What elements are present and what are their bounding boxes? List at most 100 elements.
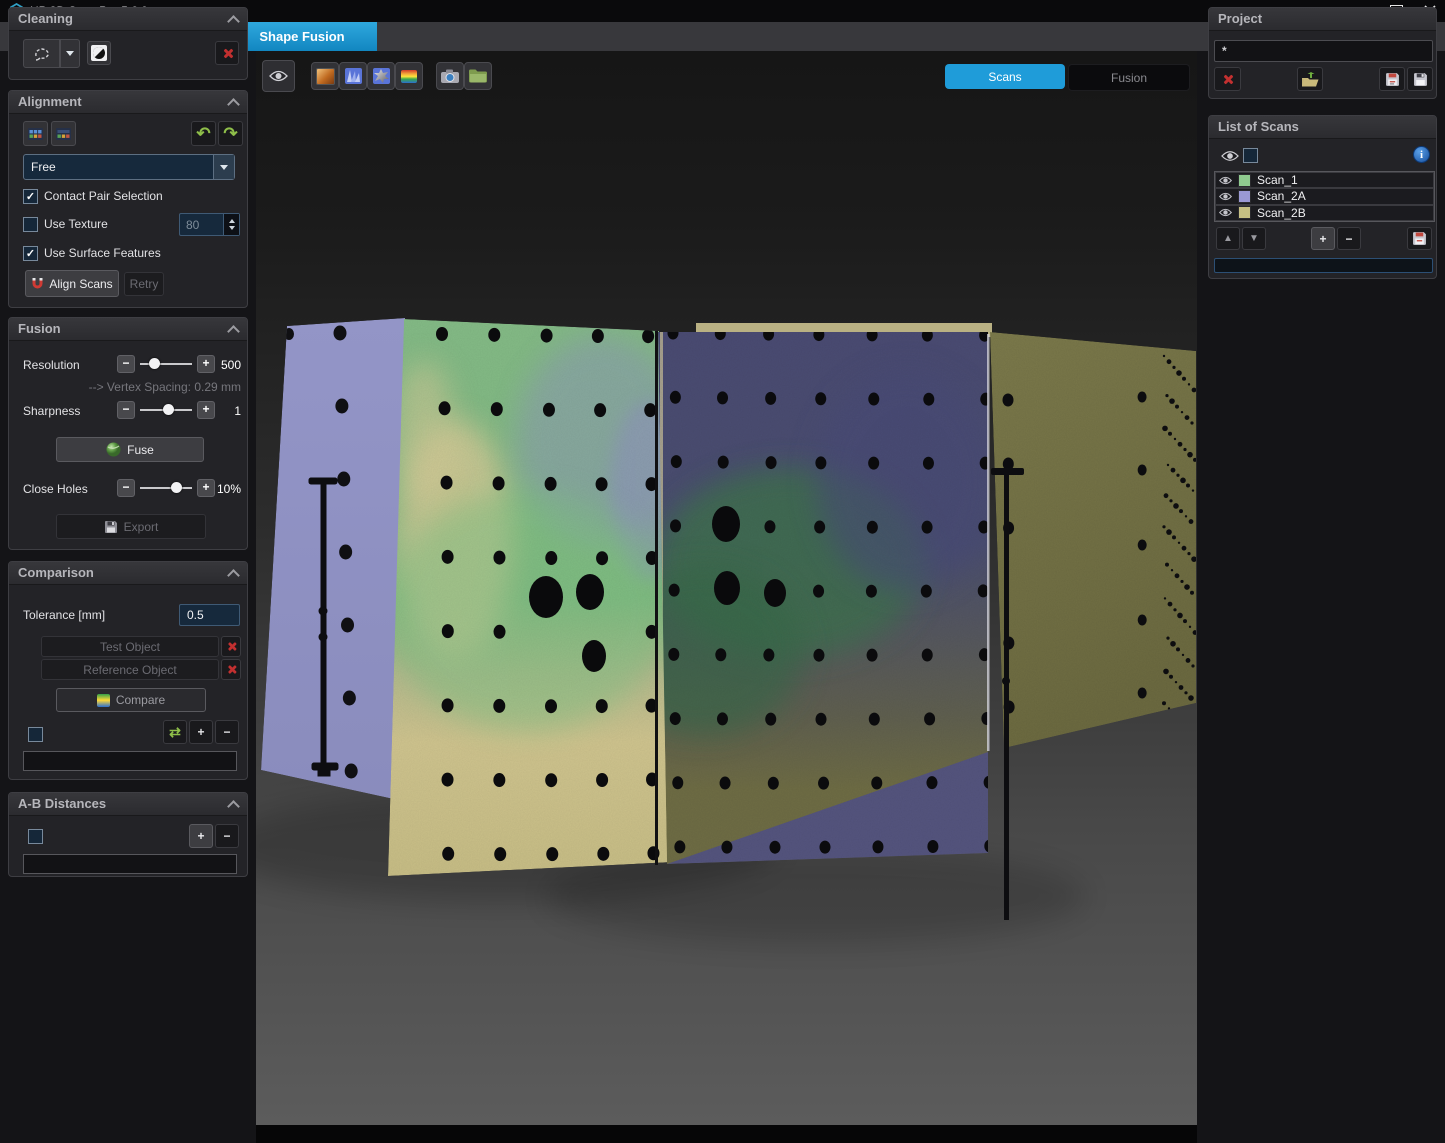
move-scan-down-button[interactable]: ▼ [1242, 227, 1266, 250]
slider-handle[interactable] [149, 358, 160, 369]
scan-list[interactable]: Scan_1 Scan_2A Scan_2B [1214, 171, 1435, 222]
fusion-header[interactable]: Fusion [9, 318, 247, 341]
slider-handle[interactable] [171, 482, 182, 493]
resolution-slider[interactable]: − + [117, 355, 215, 373]
add-distance-button[interactable]: + [189, 824, 213, 848]
use-texture-checkbox[interactable] [23, 217, 38, 232]
global-eye-icon[interactable] [1221, 150, 1239, 162]
retry-button[interactable]: Retry [124, 272, 164, 296]
scan-list-row[interactable]: Scan_2A [1215, 188, 1434, 204]
fusion-title: Fusion [18, 321, 61, 336]
swap-objects-button[interactable]: ⇄ [163, 720, 187, 744]
collapse-icon [227, 98, 240, 111]
delete-selection-button[interactable] [215, 41, 239, 65]
move-scan-up-button[interactable]: ▲ [1216, 227, 1240, 250]
spinner-arrows[interactable] [223, 214, 239, 235]
save-project-button[interactable] [1407, 67, 1433, 91]
undo-icon: ↶ [196, 125, 210, 142]
render-solid-button[interactable] [367, 62, 395, 90]
row-view-icon [56, 128, 71, 140]
plus-icon: + [197, 829, 204, 843]
scan-list-row[interactable]: Scan_2B [1215, 205, 1434, 221]
ab-visibility-checkbox[interactable] [28, 829, 43, 844]
lasso-dropdown-button[interactable] [60, 39, 80, 68]
scan-eye-icon[interactable] [1219, 192, 1232, 201]
tolerance-input[interactable]: 0.5 [179, 604, 240, 626]
magnet-icon [31, 277, 44, 290]
render-deviation-button[interactable] [395, 62, 423, 90]
ab-distances-list[interactable] [23, 854, 237, 874]
scan-name: Scan_2B [1257, 206, 1306, 220]
remove-distance-button[interactable]: − [215, 824, 239, 848]
use-surface-checkbox[interactable]: ✓ [23, 246, 38, 261]
slider-minus-button[interactable]: − [117, 401, 135, 419]
minus-icon: − [223, 725, 230, 739]
vertex-spacing-note: --> Vertex Spacing: 0.29 mm [9, 380, 241, 394]
alignment-header[interactable]: Alignment [9, 91, 247, 114]
screenshot-button[interactable] [436, 62, 464, 90]
delete-icon [1222, 74, 1233, 85]
slider-minus-button[interactable]: − [117, 479, 135, 497]
compare-label: Compare [116, 693, 165, 707]
project-name-input[interactable]: * [1214, 40, 1433, 62]
swap-icon: ⇄ [169, 724, 181, 741]
align-view-grid-button[interactable] [23, 121, 48, 146]
redo-button[interactable]: ↷ [218, 121, 243, 146]
folder-icon [469, 69, 487, 83]
test-object-button[interactable]: Test Object [41, 636, 219, 657]
scan-eye-icon[interactable] [1219, 208, 1232, 217]
remove-comparison-button[interactable]: − [215, 720, 239, 744]
collapse-icon [227, 800, 240, 813]
clear-reference-object-button[interactable] [221, 659, 241, 680]
add-comparison-button[interactable]: + [189, 720, 213, 744]
comparison-visibility-checkbox[interactable] [28, 727, 43, 742]
tab-shape-fusion[interactable]: Shape Fusion [227, 22, 377, 51]
align-scans-label: Align Scans [49, 277, 112, 291]
lasso-select-button[interactable] [23, 39, 60, 68]
texture-quality-spinner[interactable]: 80 [179, 213, 240, 236]
render-texture-button[interactable] [311, 62, 339, 90]
select-all-scans-checkbox[interactable] [1243, 148, 1258, 163]
comparison-header[interactable]: Comparison [9, 562, 247, 585]
scan-eye-icon[interactable] [1219, 176, 1232, 185]
export-button[interactable]: Export [56, 514, 206, 539]
show-scans-toggle[interactable]: Scans [945, 64, 1065, 89]
camera-icon [441, 69, 459, 83]
use-surface-label: Use Surface Features [44, 246, 161, 260]
sharpness-slider[interactable]: − + [117, 401, 215, 419]
alignment-mode-dropdown[interactable]: Free [23, 154, 235, 180]
scan-name: Scan_1 [1257, 173, 1298, 187]
load-project-button[interactable] [1297, 67, 1323, 91]
slider-minus-button[interactable]: − [117, 355, 135, 373]
toggle-visibility-button[interactable] [262, 60, 295, 92]
open-mesh-button[interactable] [464, 62, 492, 90]
slider-handle[interactable] [163, 404, 174, 415]
scan-list-row[interactable]: Scan_1 [1215, 172, 1434, 188]
cleaning-header[interactable]: Cleaning [9, 8, 247, 31]
3d-scene[interactable] [256, 51, 1197, 1125]
close-holes-slider[interactable]: − + [117, 479, 215, 497]
fuse-button[interactable]: Fuse [56, 437, 204, 462]
solid-mode-icon [373, 68, 390, 84]
3d-viewport[interactable]: Scans Fusion [256, 51, 1197, 1125]
compare-button[interactable]: Compare [56, 688, 206, 712]
delete-icon [226, 665, 236, 675]
undo-button[interactable]: ↶ [191, 121, 216, 146]
add-scan-button[interactable]: + [1311, 227, 1335, 250]
delete-project-button[interactable] [1214, 67, 1241, 91]
align-scans-button[interactable]: Align Scans [25, 270, 119, 297]
render-shaded-button[interactable] [339, 62, 367, 90]
sharpness-value: 1 [205, 404, 241, 418]
save-project-as-button[interactable] [1379, 67, 1405, 91]
clear-test-object-button[interactable] [221, 636, 241, 657]
comparison-list[interactable] [23, 751, 237, 771]
reference-object-button[interactable]: Reference Object [41, 659, 219, 680]
invert-selection-button[interactable] [87, 41, 111, 65]
contact-pair-checkbox[interactable]: ✓ [23, 189, 38, 204]
align-view-row-button[interactable] [51, 121, 76, 146]
show-fusion-toggle[interactable]: Fusion [1068, 64, 1190, 91]
info-button[interactable]: i [1413, 146, 1430, 163]
ab-distances-header[interactable]: A-B Distances [9, 793, 247, 816]
remove-scan-button[interactable]: − [1337, 227, 1361, 250]
export-scan-button[interactable] [1407, 227, 1432, 250]
